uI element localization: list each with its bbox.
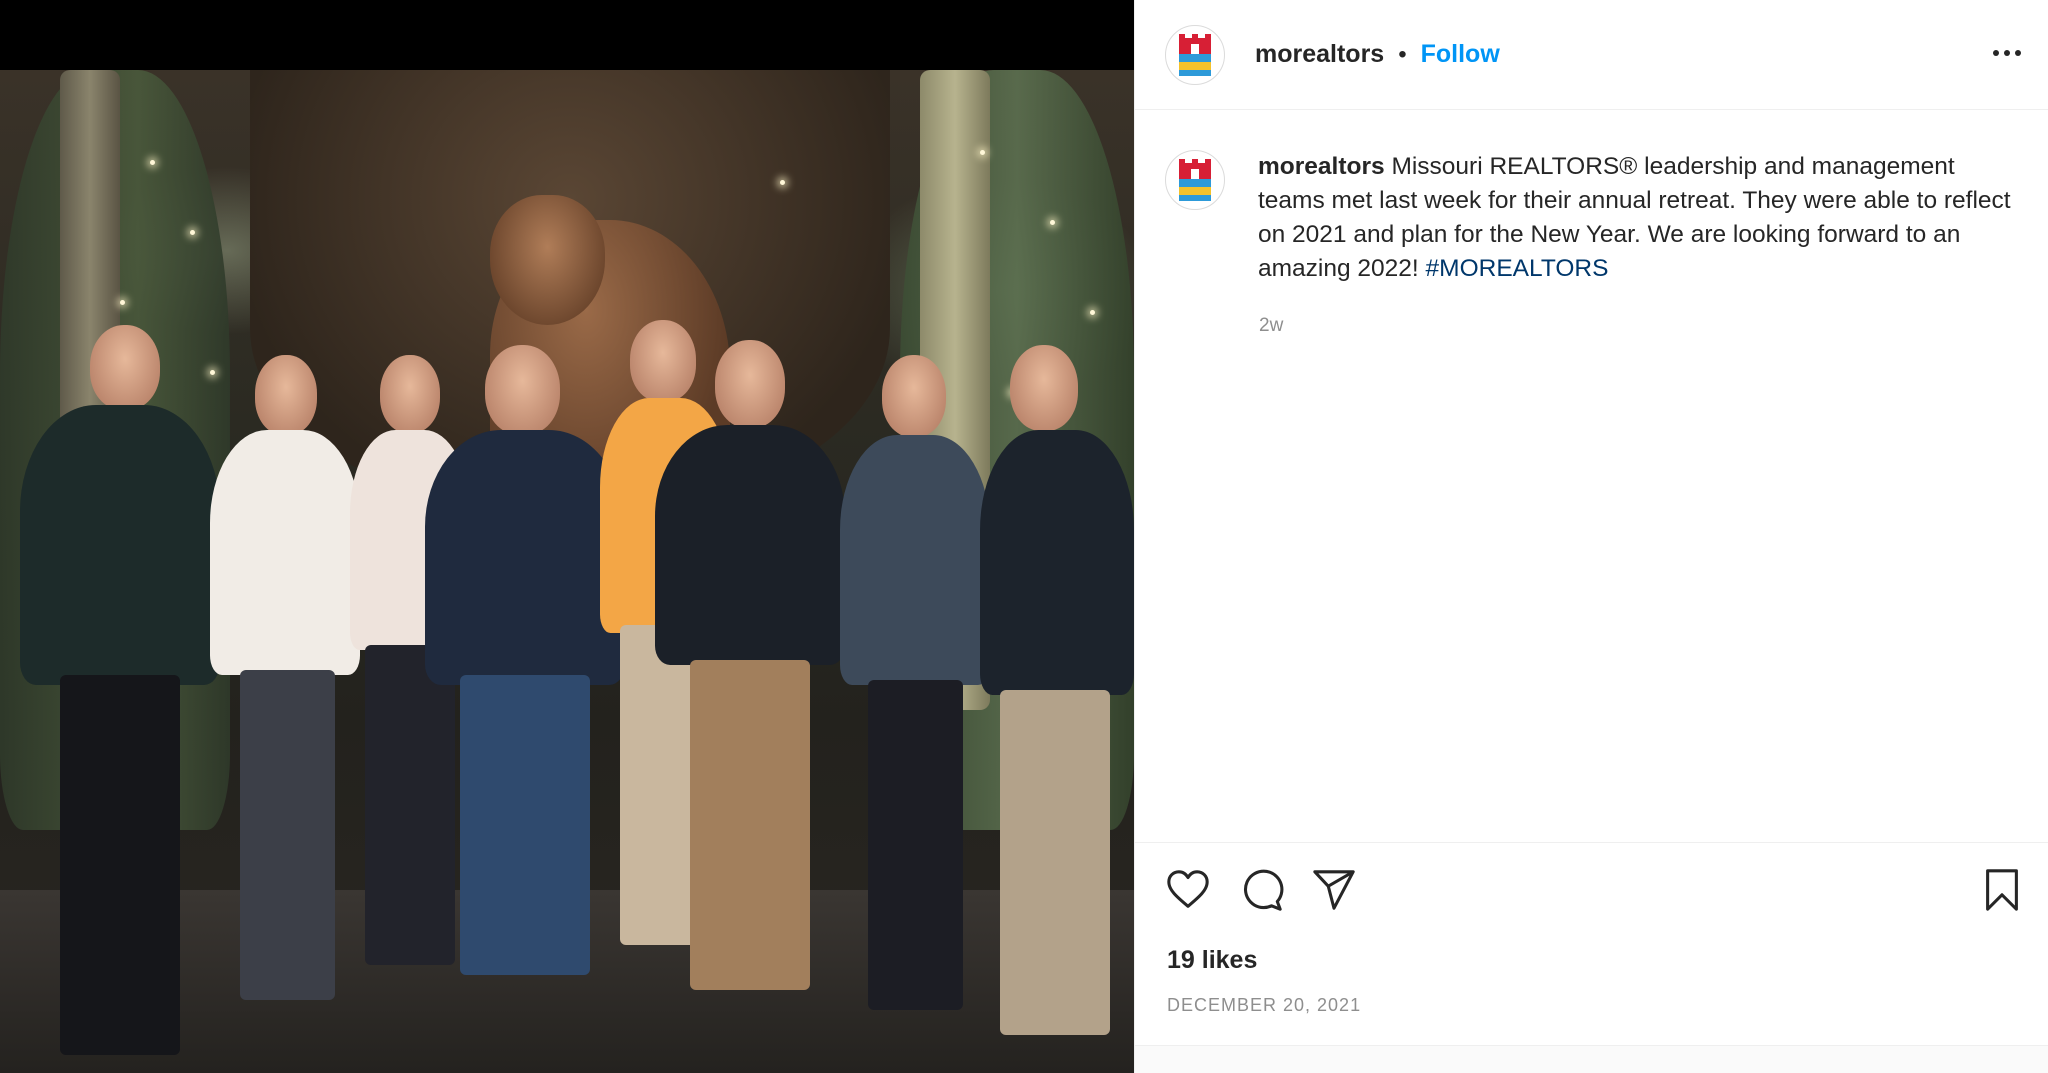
caption-text: morealtors Missouri REALTORS® leadership…: [1258, 150, 2025, 286]
post-username-link[interactable]: morealtors: [1255, 40, 1384, 69]
person: [840, 355, 990, 1035]
person: [980, 345, 1134, 1065]
person: [655, 340, 845, 1010]
person: [425, 345, 625, 995]
post-actions: 19 likes DECEMBER 20, 2021: [1135, 842, 2048, 1052]
realtors-logo-icon[interactable]: [1165, 150, 1225, 210]
bookmark-icon[interactable]: [1979, 867, 2025, 913]
post-media[interactable]: [0, 0, 1134, 1073]
heart-icon[interactable]: [1165, 867, 1211, 913]
post-header: morealtors • Follow: [1135, 0, 2048, 110]
light: [120, 300, 125, 305]
caption-username-link[interactable]: morealtors: [1258, 153, 1385, 180]
post-photo[interactable]: [0, 70, 1134, 1073]
paper-plane-icon[interactable]: [1311, 867, 1357, 913]
instagram-post-view: morealtors • Follow morealtors Missouri …: [0, 0, 2048, 1073]
post-details-panel: morealtors • Follow morealtors Missouri …: [1134, 0, 2048, 1073]
more-options-icon[interactable]: [1987, 38, 2027, 68]
light: [980, 150, 985, 155]
light: [1090, 310, 1095, 315]
post-date[interactable]: DECEMBER 20, 2021: [1167, 995, 1361, 1016]
caption-timestamp[interactable]: 2w: [1259, 315, 1283, 337]
action-bar: [1165, 867, 2025, 917]
like-count[interactable]: 19 likes: [1167, 946, 1257, 975]
light: [190, 230, 195, 235]
person: [210, 355, 360, 1035]
bear-head: [490, 195, 605, 325]
person: [20, 325, 220, 1065]
header-separator: •: [1398, 40, 1407, 68]
follow-button[interactable]: Follow: [1421, 40, 1500, 69]
comment-icon[interactable]: [1238, 867, 1284, 913]
post-caption: morealtors Missouri REALTORS® leadership…: [1165, 150, 2025, 286]
comment-box-area: [1135, 1045, 2048, 1073]
realtors-logo-icon[interactable]: [1165, 24, 1225, 85]
light: [780, 180, 785, 185]
hashtag-link[interactable]: #MOREALTORS: [1426, 255, 1609, 282]
light: [1050, 220, 1055, 225]
light: [150, 160, 155, 165]
